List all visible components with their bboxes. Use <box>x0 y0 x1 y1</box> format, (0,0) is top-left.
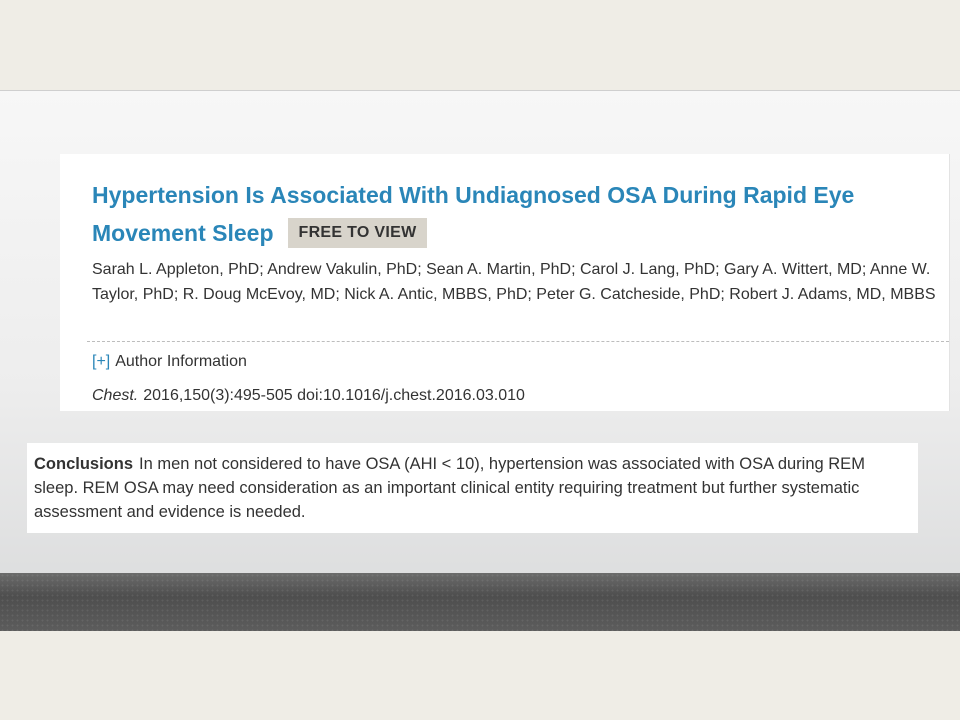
author-information-row[interactable]: [+] Author Information <box>92 352 247 372</box>
conclusions-paragraph: Conclusions In men not considered to have… <box>34 452 909 524</box>
article-title-text[interactable]: Hypertension Is Associated With Undiagno… <box>92 182 854 246</box>
author-information-label[interactable]: Author Information <box>115 353 247 370</box>
citation: Chest. 2016,150(3):495-505 doi:10.1016/j.… <box>92 386 525 406</box>
conclusions-label: Conclusions <box>34 455 134 473</box>
citation-details: 2016,150(3):495-505 doi:10.1016/j.chest.… <box>143 387 525 404</box>
author-list: Sarah L. Appleton, PhD; Andrew Vakulin, … <box>92 261 936 303</box>
free-to-view-badge: FREE TO VIEW <box>287 217 428 248</box>
article-title[interactable]: Hypertension Is Associated With Undiagno… <box>92 176 932 252</box>
conclusions-box: Conclusions In men not considered to have… <box>27 443 918 533</box>
journal-name: Chest. <box>92 387 139 404</box>
conclusions-text: In men not considered to have OSA (AHI <… <box>34 455 865 521</box>
slide: Hypertension Is Associated With Undiagno… <box>0 90 960 631</box>
floor-background <box>0 573 960 631</box>
expand-toggle[interactable]: [+] <box>92 353 110 370</box>
article-header-card: Hypertension Is Associated With Undiagno… <box>60 154 950 411</box>
divider <box>87 341 949 342</box>
